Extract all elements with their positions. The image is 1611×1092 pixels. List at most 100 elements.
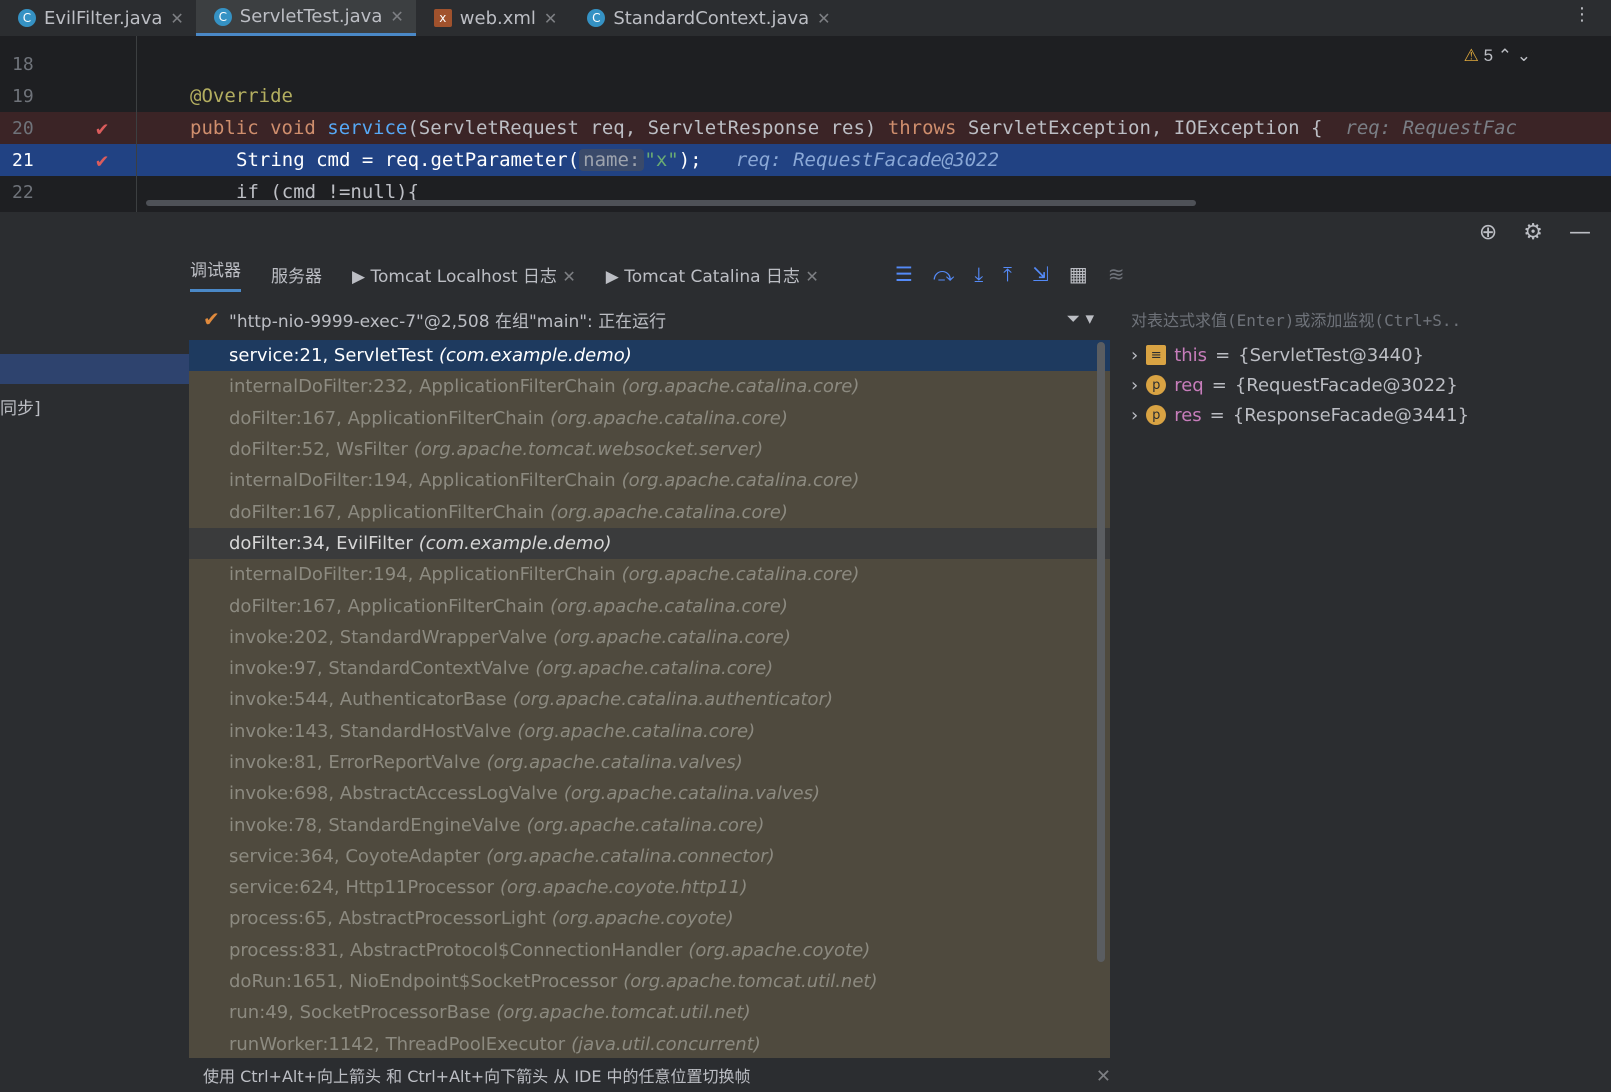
code-line: 18 — [0, 48, 1611, 80]
frame-row[interactable]: doRun:1651, NioEndpoint$SocketProcessor(… — [189, 966, 1110, 997]
step-out-icon[interactable]: ⤒ — [1003, 262, 1012, 286]
frame-package: (java.util.concurrent) — [571, 1033, 761, 1055]
trace-icon[interactable]: ≋ — [1108, 262, 1125, 286]
tab-debugger[interactable]: 调试器 — [190, 256, 241, 292]
thread-selector[interactable]: ✔ "http-nio-9999-exec-7"@2,508 在组"main": … — [189, 298, 1110, 340]
code-method: service — [327, 117, 408, 139]
debug-panel-tools: ⊕ ⚙ — — [1411, 212, 1611, 252]
chevron-right-icon[interactable]: › — [1131, 345, 1138, 366]
frame-row[interactable]: doFilter:167, ApplicationFilterChain (org… — [189, 590, 1110, 621]
code-line: 19 @Override — [0, 80, 1611, 112]
tab-server[interactable]: 服务器 — [271, 262, 322, 287]
step-into-icon[interactable]: ⤓ — [974, 262, 983, 286]
frame-row[interactable]: process:831, AbstractProtocol$Connection… — [189, 935, 1110, 966]
frame-method: doFilter:167, ApplicationFilterChain — [229, 595, 545, 617]
debug-toolbar: ☰ ⤼ ⤓ ⤒ ⇲ ▦ ≋ — [895, 262, 1124, 286]
frame-package: (org.apache.coyote) — [551, 908, 734, 930]
close-icon[interactable]: ✕ — [817, 9, 830, 28]
frame-method: doFilter:34, EvilFilter — [229, 532, 413, 554]
tab-evilfilter[interactable]: C EvilFilter.java ✕ — [0, 0, 196, 36]
code-editor[interactable]: 18 19 @Override 20 ✔ public void service(Se… — [0, 36, 1611, 212]
variable-row[interactable]: › p req = {RequestFacade@3022} — [1117, 370, 1611, 400]
param-hint: name: — [579, 149, 645, 171]
close-icon[interactable]: ✕ — [1096, 1066, 1111, 1087]
line-number: 20 — [12, 117, 34, 139]
frame-row[interactable]: run:49, SocketProcessorBase (org.apache.t… — [189, 997, 1110, 1028]
frame-row[interactable]: doFilter:52, WsFilter (org.apache.tomcat.… — [189, 434, 1110, 465]
tab-label: Tomcat Localhost 日志 — [370, 266, 557, 287]
frame-method: invoke:78, StandardEngineValve — [229, 814, 521, 836]
horizontal-scrollbar[interactable] — [146, 200, 1196, 206]
frame-row[interactable]: invoke:698, AbstractAccessLogValve (org.a… — [189, 778, 1110, 809]
frame-row[interactable]: invoke:202, StandardWrapperValve (org.apa… — [189, 622, 1110, 653]
frame-method: process:65, AbstractProcessorLight — [229, 908, 546, 930]
variable-row[interactable]: › ≡ this = {ServletTest@3440} — [1117, 340, 1611, 370]
frame-row[interactable]: doFilter:34, EvilFilter (com.example.demo… — [189, 527, 1110, 560]
variable-row[interactable]: › p res = {ResponseFacade@3441} — [1117, 400, 1611, 430]
close-icon[interactable]: ✕ — [562, 267, 575, 286]
code-params: (ServletRequest req, ServletResponse res… — [407, 117, 888, 139]
frame-row[interactable]: doFilter:167, ApplicationFilterChain (org… — [189, 403, 1110, 434]
frame-package: (org.apache.catalina.core) — [621, 376, 860, 398]
evaluate-icon[interactable]: ▦ — [1069, 262, 1088, 286]
minimize-icon[interactable]: — — [1569, 220, 1591, 245]
gutter-divider — [136, 36, 137, 212]
frame-row[interactable]: process:65, AbstractProcessorLight (org.a… — [189, 903, 1110, 934]
status-text: 使用 Ctrl+Alt+向上箭头 和 Ctrl+Alt+向下箭头 从 IDE 中… — [203, 1067, 751, 1086]
crosshair-icon[interactable]: ⊕ — [1479, 220, 1497, 245]
close-icon[interactable]: ✕ — [805, 267, 818, 286]
frame-row[interactable]: runWorker:1142, ThreadPoolExecutor (java.… — [189, 1029, 1110, 1058]
status-hint: 使用 Ctrl+Alt+向上箭头 和 Ctrl+Alt+向下箭头 从 IDE 中… — [189, 1058, 1611, 1092]
frame-row[interactable]: service:624, Http11Processor (org.apache.… — [189, 872, 1110, 903]
frame-row[interactable]: invoke:81, ErrorReportValve (org.apache.c… — [189, 747, 1110, 778]
frame-row[interactable]: invoke:544, AuthenticatorBase (org.apache… — [189, 684, 1110, 715]
vertical-scrollbar[interactable] — [1097, 342, 1105, 962]
filter-icon[interactable]: ⏷ ▾ — [1066, 309, 1094, 329]
inline-hint: req: RequestFacade@3022 — [735, 149, 1000, 171]
tab-standardcontext[interactable]: C StandardContext.java ✕ — [569, 0, 842, 36]
variable-name: this — [1174, 344, 1208, 366]
close-icon[interactable]: ✕ — [170, 9, 183, 28]
code-line-current: 21 ✔ String cmd = req.getParameter(name: "x… — [0, 144, 1611, 176]
frame-row[interactable]: invoke:143, StandardHostValve (org.apache… — [189, 716, 1110, 747]
frame-row[interactable]: invoke:97, StandardContextValve (org.apac… — [189, 653, 1110, 684]
frame-method: service:364, CoyoteAdapter — [229, 845, 481, 867]
tab-tomcat-localhost[interactable]: ▶ Tomcat Localhost 日志 ✕ — [352, 262, 576, 287]
warning-count[interactable]: ⚠ 5 ⌃ ⌄ — [1464, 46, 1531, 66]
chevron-right-icon[interactable]: › — [1131, 375, 1138, 396]
variable-badge-icon: ≡ — [1146, 345, 1167, 365]
close-icon[interactable]: ✕ — [390, 7, 403, 26]
selected-row[interactable] — [0, 354, 189, 384]
frame-row[interactable]: internalDoFilter:232, ApplicationFilterC… — [189, 371, 1110, 402]
frame-method: run:49, SocketProcessorBase — [229, 1002, 491, 1024]
frame-package: (org.apache.catalina.authenticator) — [512, 689, 833, 711]
tab-servlettest[interactable]: C ServletTest.java ✕ — [195, 0, 416, 36]
expression-input[interactable]: 对表达式求值(Enter)或添加监视(Ctrl+S.. — [1117, 298, 1611, 340]
frame-row[interactable]: doFilter:167, ApplicationFilterChain (org… — [189, 496, 1110, 527]
step-over-icon[interactable]: ⤼ — [933, 262, 954, 286]
more-options-icon[interactable]: ⋮ — [1573, 4, 1591, 25]
frame-package: (org.apache.catalina.core) — [553, 626, 791, 648]
frame-row[interactable]: invoke:78, StandardEngineValve (org.apach… — [189, 809, 1110, 840]
frame-row[interactable]: service:364, CoyoteAdapter (org.apache.ca… — [189, 841, 1110, 872]
code-exceptions: ServletException, IOException { — [956, 117, 1323, 139]
frame-method: doFilter:52, WsFilter — [229, 439, 408, 461]
frames-icon[interactable]: ☰ — [895, 262, 913, 286]
frame-row[interactable]: service:21, ServletTest (com.example.demo… — [189, 340, 1110, 372]
variable-value: {ServletTest@3440} — [1238, 344, 1425, 366]
variable-list: › ≡ this = {ServletTest@3440} › p req = {RequestF… — [1117, 340, 1611, 430]
breakpoint-icon[interactable]: ✔ — [96, 148, 108, 172]
tab-tomcat-catalina[interactable]: ▶ Tomcat Catalina 日志 ✕ — [606, 262, 819, 287]
editor-tab-bar: C EvilFilter.java ✕ C ServletTest.java ✕ x we… — [0, 0, 1611, 36]
tab-webxml[interactable]: x web.xml ✕ — [416, 0, 570, 36]
code-pre: String cmd = req.getParameter( — [236, 149, 580, 171]
chevron-right-icon[interactable]: › — [1131, 405, 1138, 426]
frame-row[interactable]: internalDoFilter:194, ApplicationFilterC… — [189, 465, 1110, 496]
close-icon[interactable]: ✕ — [544, 9, 557, 28]
gear-icon[interactable]: ⚙ — [1523, 220, 1543, 245]
equals-sign: = — [1209, 404, 1225, 426]
run-to-cursor-icon[interactable]: ⇲ — [1032, 262, 1049, 286]
frame-row[interactable]: internalDoFilter:194, ApplicationFilterC… — [189, 559, 1110, 590]
breakpoint-icon[interactable]: ✔ — [96, 116, 108, 140]
frame-package: (com.example.demo) — [418, 532, 612, 554]
